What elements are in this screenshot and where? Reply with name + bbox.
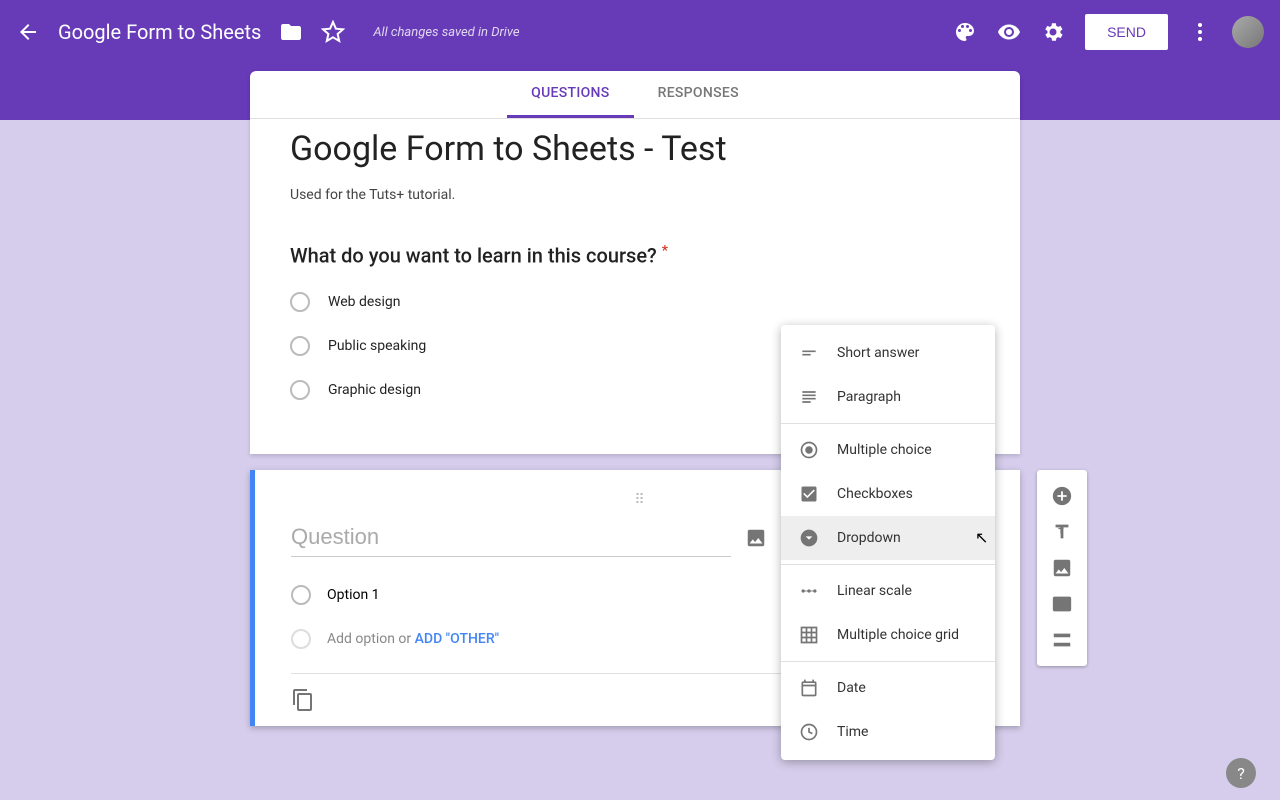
- radio-icon: [291, 585, 311, 605]
- question1-text: What do you want to learn in this course…: [290, 244, 657, 268]
- menu-item-linear-scale[interactable]: Linear scale: [781, 569, 995, 613]
- header-right: SEND: [953, 14, 1264, 50]
- option-text[interactable]: Option 1: [327, 587, 380, 603]
- option-label: Public speaking: [328, 338, 426, 354]
- palette-icon[interactable]: [953, 20, 977, 44]
- back-arrow-icon[interactable]: [16, 20, 40, 44]
- radio-icon: [290, 380, 310, 400]
- add-other-link[interactable]: ADD "OTHER": [415, 631, 499, 647]
- linear-scale-icon: [799, 581, 819, 601]
- menu-label: Linear scale: [837, 583, 912, 599]
- menu-label: Short answer: [837, 345, 919, 361]
- menu-label: Date: [837, 680, 866, 696]
- folder-icon[interactable]: [279, 20, 303, 44]
- radio-icon: [290, 336, 310, 356]
- menu-label: Time: [837, 724, 868, 740]
- save-status: All changes saved in Drive: [373, 25, 519, 40]
- send-button[interactable]: SEND: [1085, 14, 1168, 50]
- add-option-text[interactable]: Add option: [327, 631, 395, 647]
- star-icon[interactable]: [321, 20, 345, 44]
- radio-icon: [291, 629, 311, 649]
- menu-label: Multiple choice: [837, 442, 932, 458]
- settings-gear-icon[interactable]: [1041, 20, 1065, 44]
- tab-questions[interactable]: QUESTIONS: [507, 71, 633, 118]
- question1-title[interactable]: What do you want to learn in this course…: [290, 243, 980, 268]
- date-icon: [799, 678, 819, 698]
- paragraph-icon: [799, 387, 819, 407]
- grid-icon: [799, 625, 819, 645]
- add-image-icon[interactable]: [745, 527, 767, 549]
- form-description[interactable]: Used for the Tuts+ tutorial.: [290, 187, 980, 203]
- menu-label: Paragraph: [837, 389, 901, 405]
- help-button[interactable]: ?: [1226, 758, 1256, 788]
- add-video-button[interactable]: [1044, 586, 1080, 622]
- or-text: or: [395, 631, 415, 647]
- menu-separator: [781, 423, 995, 424]
- menu-item-paragraph[interactable]: Paragraph: [781, 375, 995, 419]
- menu-label: Dropdown: [837, 530, 901, 546]
- time-icon: [799, 722, 819, 742]
- question-title-input[interactable]: [291, 518, 731, 557]
- menu-item-time[interactable]: Time: [781, 710, 995, 754]
- form-title[interactable]: Google Form to Sheets - Test: [290, 129, 980, 169]
- avatar[interactable]: [1232, 16, 1264, 48]
- checkbox-icon: [799, 484, 819, 504]
- short-answer-icon: [799, 343, 819, 363]
- question-type-menu: Short answer Paragraph Multiple choice C…: [781, 325, 995, 760]
- app-header: Google Form to Sheets All changes saved …: [0, 0, 1280, 64]
- menu-item-mc-grid[interactable]: Multiple choice grid: [781, 613, 995, 657]
- radio-icon: [290, 292, 310, 312]
- add-image-button[interactable]: [1044, 550, 1080, 586]
- preview-eye-icon[interactable]: [997, 20, 1021, 44]
- menu-item-dropdown[interactable]: Dropdown: [781, 516, 995, 560]
- cursor-icon: ↖: [975, 528, 988, 547]
- required-star: *: [662, 243, 668, 259]
- add-title-button[interactable]: [1044, 514, 1080, 550]
- side-toolbar: [1037, 470, 1087, 666]
- option-label: Web design: [328, 294, 401, 310]
- radio-icon: [799, 440, 819, 460]
- form-name[interactable]: Google Form to Sheets: [58, 20, 261, 44]
- menu-label: Multiple choice grid: [837, 627, 959, 643]
- menu-separator: [781, 564, 995, 565]
- menu-item-short-answer[interactable]: Short answer: [781, 331, 995, 375]
- option-row[interactable]: Web design: [290, 292, 980, 312]
- add-question-button[interactable]: [1044, 478, 1080, 514]
- duplicate-icon[interactable]: [291, 688, 315, 712]
- tab-responses[interactable]: RESPONSES: [634, 71, 763, 118]
- add-section-button[interactable]: [1044, 622, 1080, 658]
- menu-label: Checkboxes: [837, 486, 913, 502]
- menu-item-date[interactable]: Date: [781, 666, 995, 710]
- menu-item-multiple-choice[interactable]: Multiple choice: [781, 428, 995, 472]
- tab-bar: QUESTIONS RESPONSES: [250, 71, 1020, 119]
- option-label: Graphic design: [328, 382, 421, 398]
- more-vert-icon[interactable]: [1188, 20, 1212, 44]
- header-left: Google Form to Sheets All changes saved …: [16, 20, 520, 44]
- menu-separator: [781, 661, 995, 662]
- menu-item-checkboxes[interactable]: Checkboxes: [781, 472, 995, 516]
- dropdown-icon: [799, 528, 819, 548]
